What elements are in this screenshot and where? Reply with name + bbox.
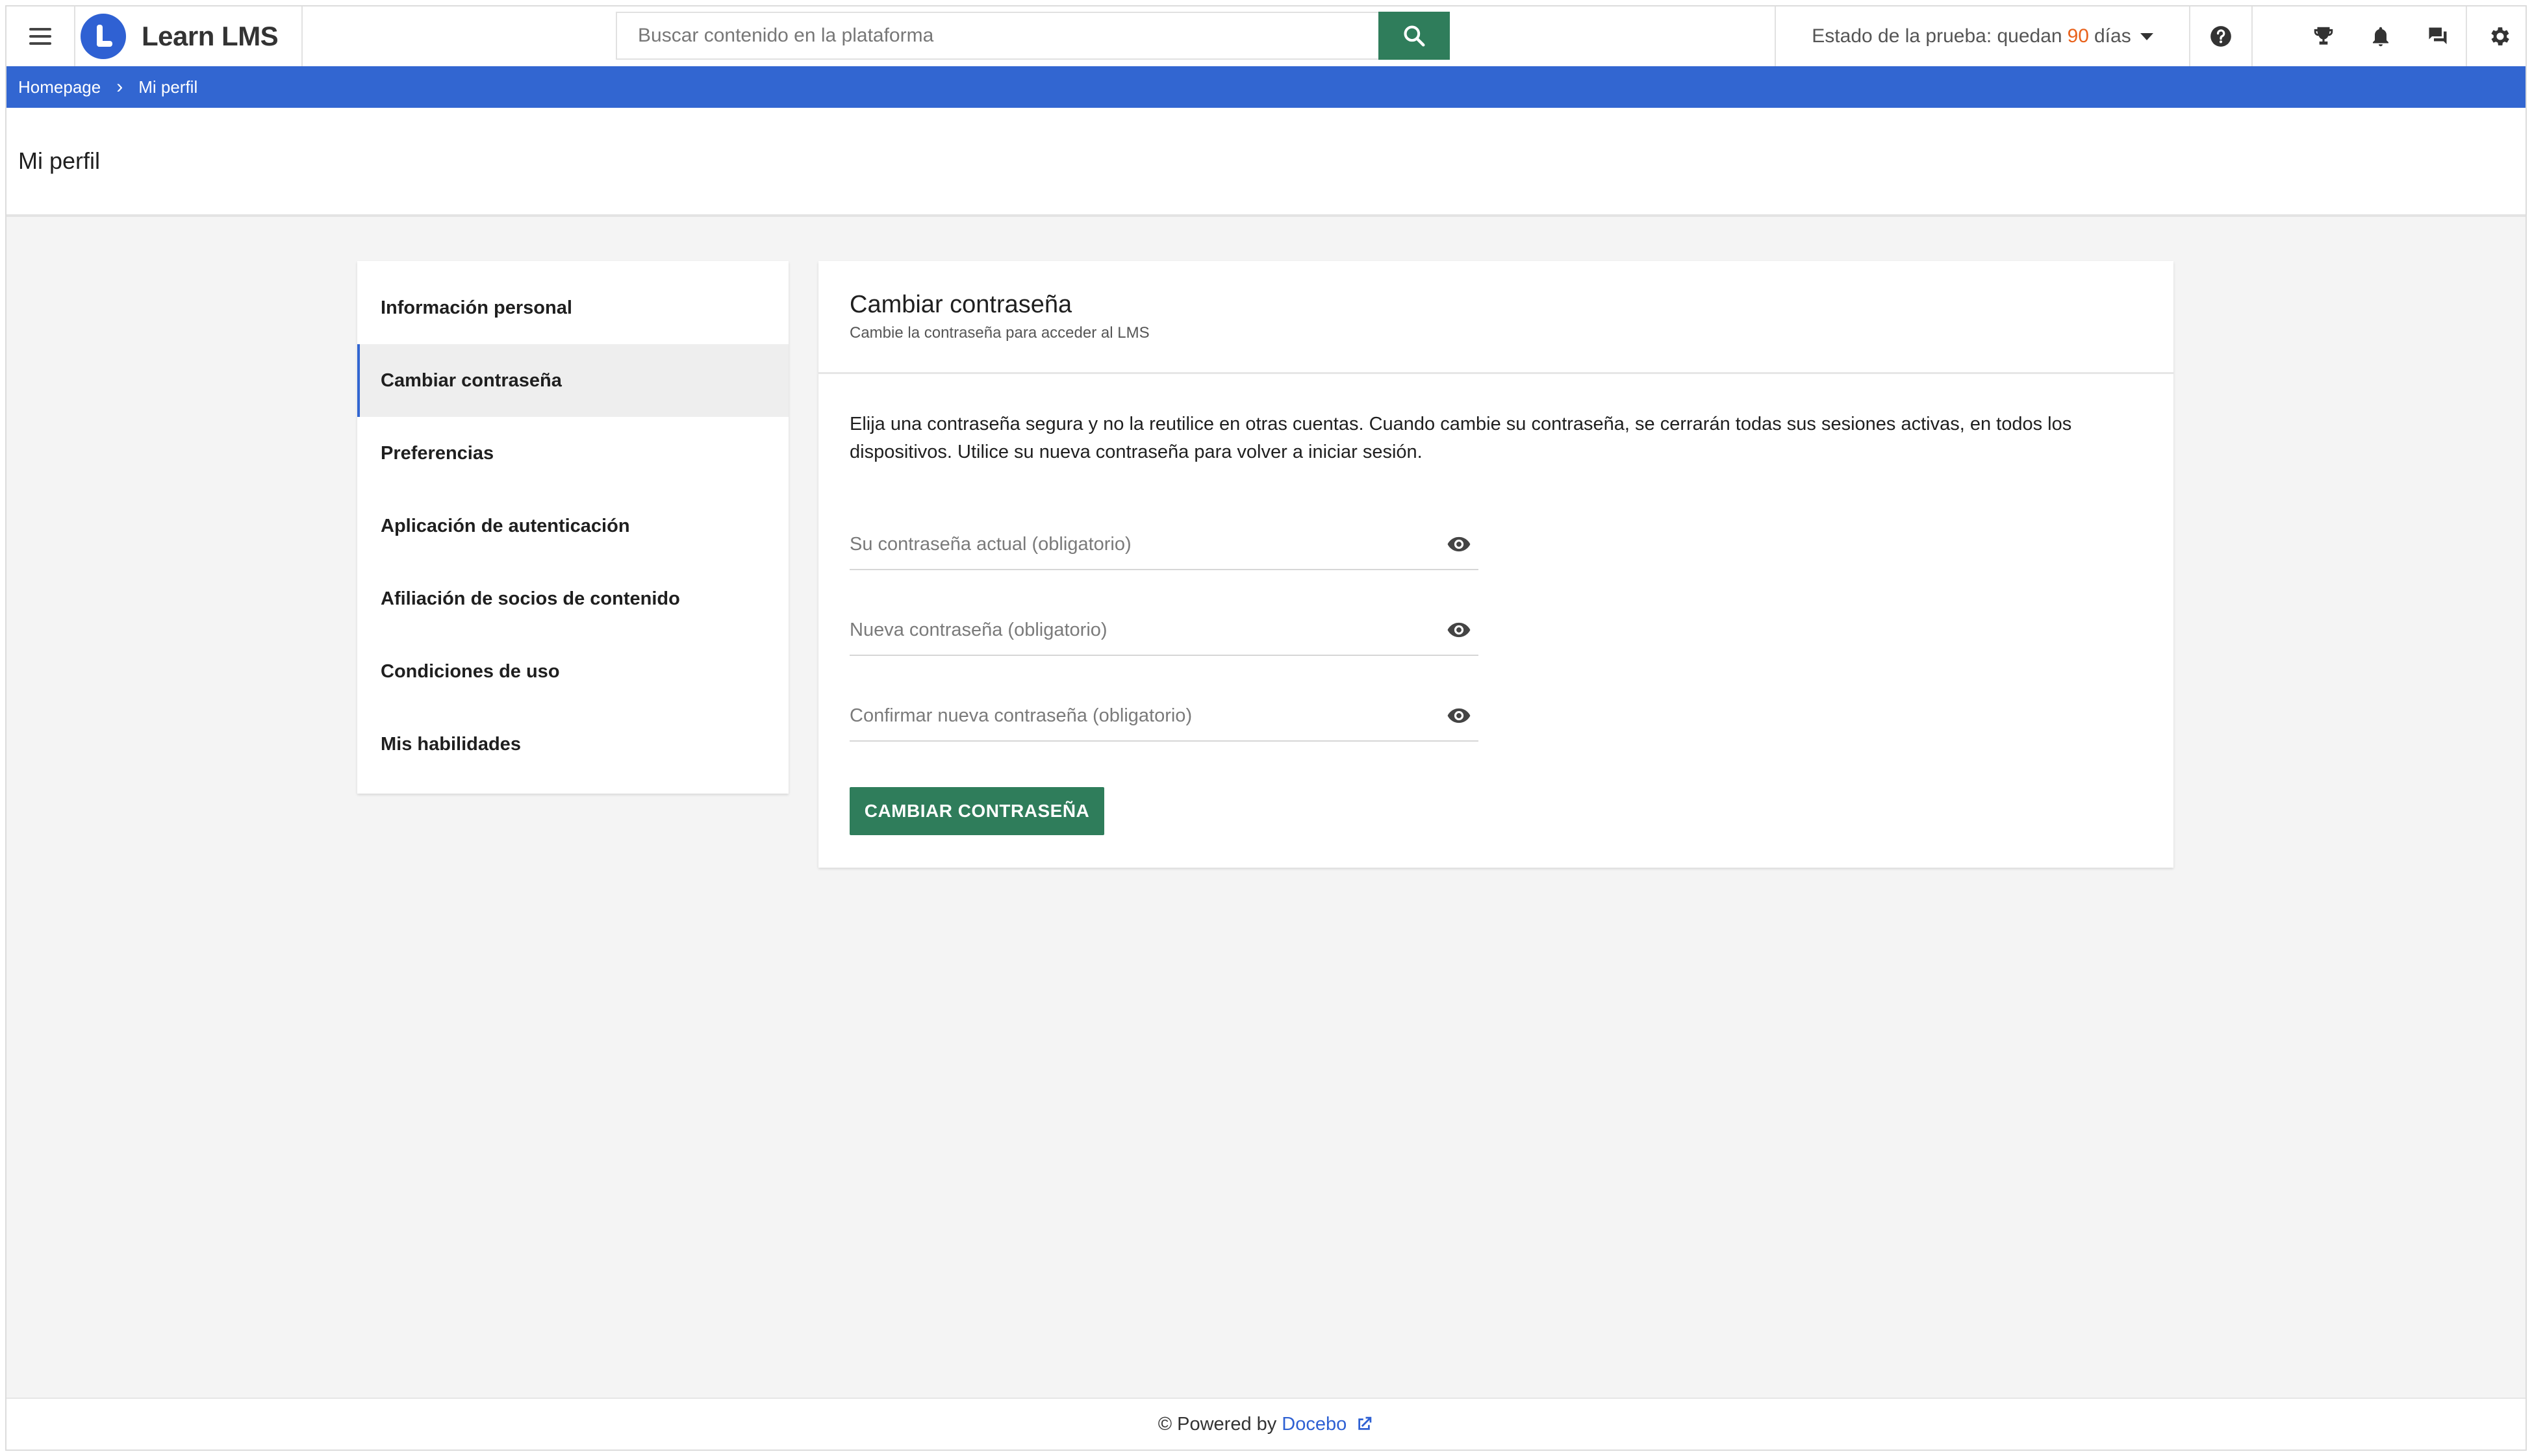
search-bar — [616, 12, 1450, 60]
docebo-link[interactable]: Docebo — [1282, 1414, 1374, 1435]
page-header: Mi perfil — [6, 108, 2526, 217]
card-subtitle: Cambie la contraseña para acceder al LMS — [850, 324, 1150, 342]
search-button[interactable] — [1378, 12, 1450, 60]
achievements-button[interactable] — [2293, 6, 2354, 66]
brand[interactable]: Learn LMS — [74, 6, 303, 66]
side-menu-item-my-skills[interactable]: Mis habilidades — [357, 708, 789, 781]
toggle-visibility-button[interactable] — [1439, 525, 1478, 564]
search-input[interactable] — [616, 12, 1378, 60]
trophy-icon — [2314, 27, 2333, 45]
hamburger-menu-button[interactable] — [6, 6, 74, 66]
app-frame: Learn LMS Estado de la prueba: quedan 90… — [5, 5, 2527, 1451]
help-button[interactable] — [2190, 6, 2251, 66]
bell-icon — [2373, 27, 2388, 47]
profile-side-menu: Información personal Cambiar contraseña … — [357, 261, 789, 794]
gear-icon — [2491, 27, 2509, 45]
current-password-input[interactable] — [850, 525, 1439, 564]
current-password-field — [850, 520, 1478, 570]
trial-status-suffix: días — [2094, 25, 2131, 47]
settings-button[interactable] — [2470, 6, 2526, 66]
logo-icon — [81, 14, 126, 59]
side-menu-item-authenticator-app[interactable]: Aplicación de autenticación — [357, 490, 789, 562]
top-icons — [2190, 6, 2509, 66]
change-password-button[interactable]: CAMBIAR CONTRASEÑA — [850, 787, 1104, 835]
chat-icon — [2429, 27, 2447, 44]
change-password-card: Cambiar contraseña Cambie la contraseña … — [818, 261, 2173, 868]
breadcrumb-current: Mi perfil — [138, 77, 198, 97]
app-name: Learn LMS — [142, 21, 279, 51]
trial-days-count: 90 — [2067, 25, 2089, 47]
toggle-visibility-button[interactable] — [1439, 696, 1478, 735]
messages-button[interactable] — [2407, 6, 2468, 66]
confirm-password-input[interactable] — [850, 696, 1439, 735]
breadcrumb-home-link[interactable]: Homepage — [18, 77, 101, 97]
new-password-field — [850, 605, 1478, 656]
toggle-visibility-button[interactable] — [1439, 610, 1478, 649]
eye-icon — [1447, 536, 1471, 552]
side-menu-item-change-password[interactable]: Cambiar contraseña — [357, 344, 789, 417]
powered-by-text: © Powered by — [1158, 1413, 1277, 1435]
docebo-link-label: Docebo — [1282, 1413, 1347, 1435]
eye-icon — [1447, 708, 1471, 723]
hamburger-icon — [29, 28, 51, 45]
notifications-button[interactable] — [2350, 6, 2411, 66]
new-password-input[interactable] — [850, 610, 1439, 649]
card-header: Cambiar contraseña Cambie la contraseña … — [818, 261, 2173, 374]
side-menu-item-personal-info[interactable]: Información personal — [357, 271, 789, 344]
card-title: Cambiar contraseña — [850, 291, 1072, 318]
eye-icon — [1447, 622, 1471, 638]
side-menu-item-preferences[interactable]: Preferencias — [357, 417, 789, 490]
caret-down-icon — [2140, 32, 2153, 40]
page-title: Mi perfil — [18, 147, 101, 174]
side-menu-item-terms-of-use[interactable]: Condiciones de uso — [357, 635, 789, 708]
breadcrumb: Homepage › Mi perfil — [6, 66, 2526, 108]
trial-status-prefix: Estado de la prueba: quedan — [1812, 25, 2062, 47]
external-link-icon — [1358, 1416, 1372, 1430]
top-bar: Learn LMS Estado de la prueba: quedan 90… — [6, 6, 2526, 66]
search-icon — [1404, 25, 1425, 47]
trial-status-dropdown[interactable]: Estado de la prueba: quedan 90 días — [1775, 6, 2190, 66]
help-icon — [2210, 26, 2231, 47]
side-menu-item-content-partners[interactable]: Afiliación de socios de contenido — [357, 562, 789, 635]
card-description: Elija una contraseña segura y no la reut… — [850, 414, 2072, 462]
footer: © Powered by Docebo — [6, 1398, 2526, 1450]
confirm-password-field — [850, 691, 1478, 742]
breadcrumb-separator: › — [116, 76, 123, 97]
